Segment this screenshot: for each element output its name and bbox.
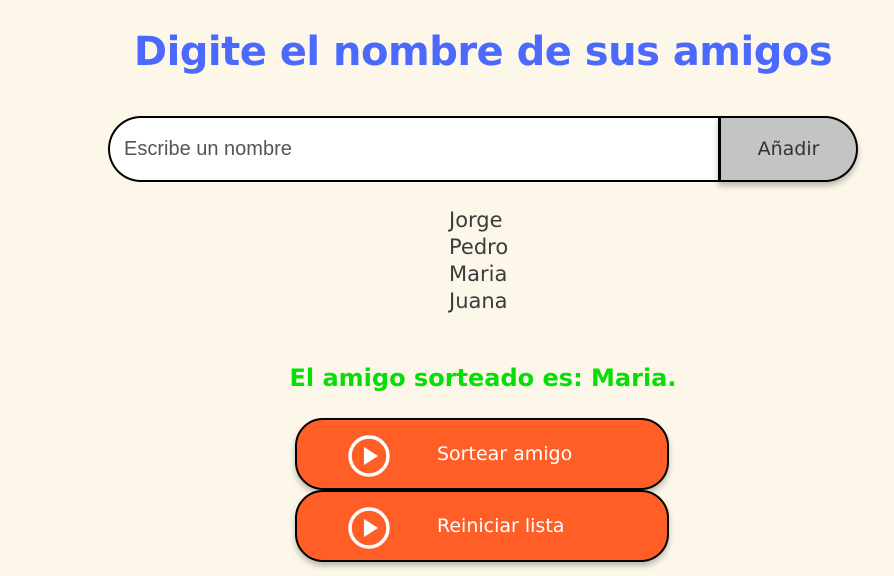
page-title: Digite el nombre de sus amigos [133, 29, 833, 75]
draw-friend-button[interactable]: Sortear amigo [295, 418, 669, 490]
add-button[interactable]: Añadir [718, 116, 858, 182]
list-item: Pedro [449, 235, 509, 259]
reset-list-label: Reiniciar lista [437, 515, 565, 537]
add-friend-row: Añadir [108, 116, 858, 182]
play-icon [348, 435, 390, 477]
list-item: Juana [449, 289, 508, 313]
list-item: Maria [449, 262, 508, 286]
friend-list: Jorge Pedro Maria Juana [449, 207, 508, 315]
reset-list-button[interactable]: Reiniciar lista [295, 490, 669, 562]
friend-name-input[interactable] [108, 116, 718, 182]
list-item: Jorge [449, 208, 503, 232]
draw-friend-label: Sortear amigo [437, 443, 573, 465]
play-icon [348, 507, 390, 549]
draw-result: El amigo sorteado es: Maria. [289, 364, 677, 392]
